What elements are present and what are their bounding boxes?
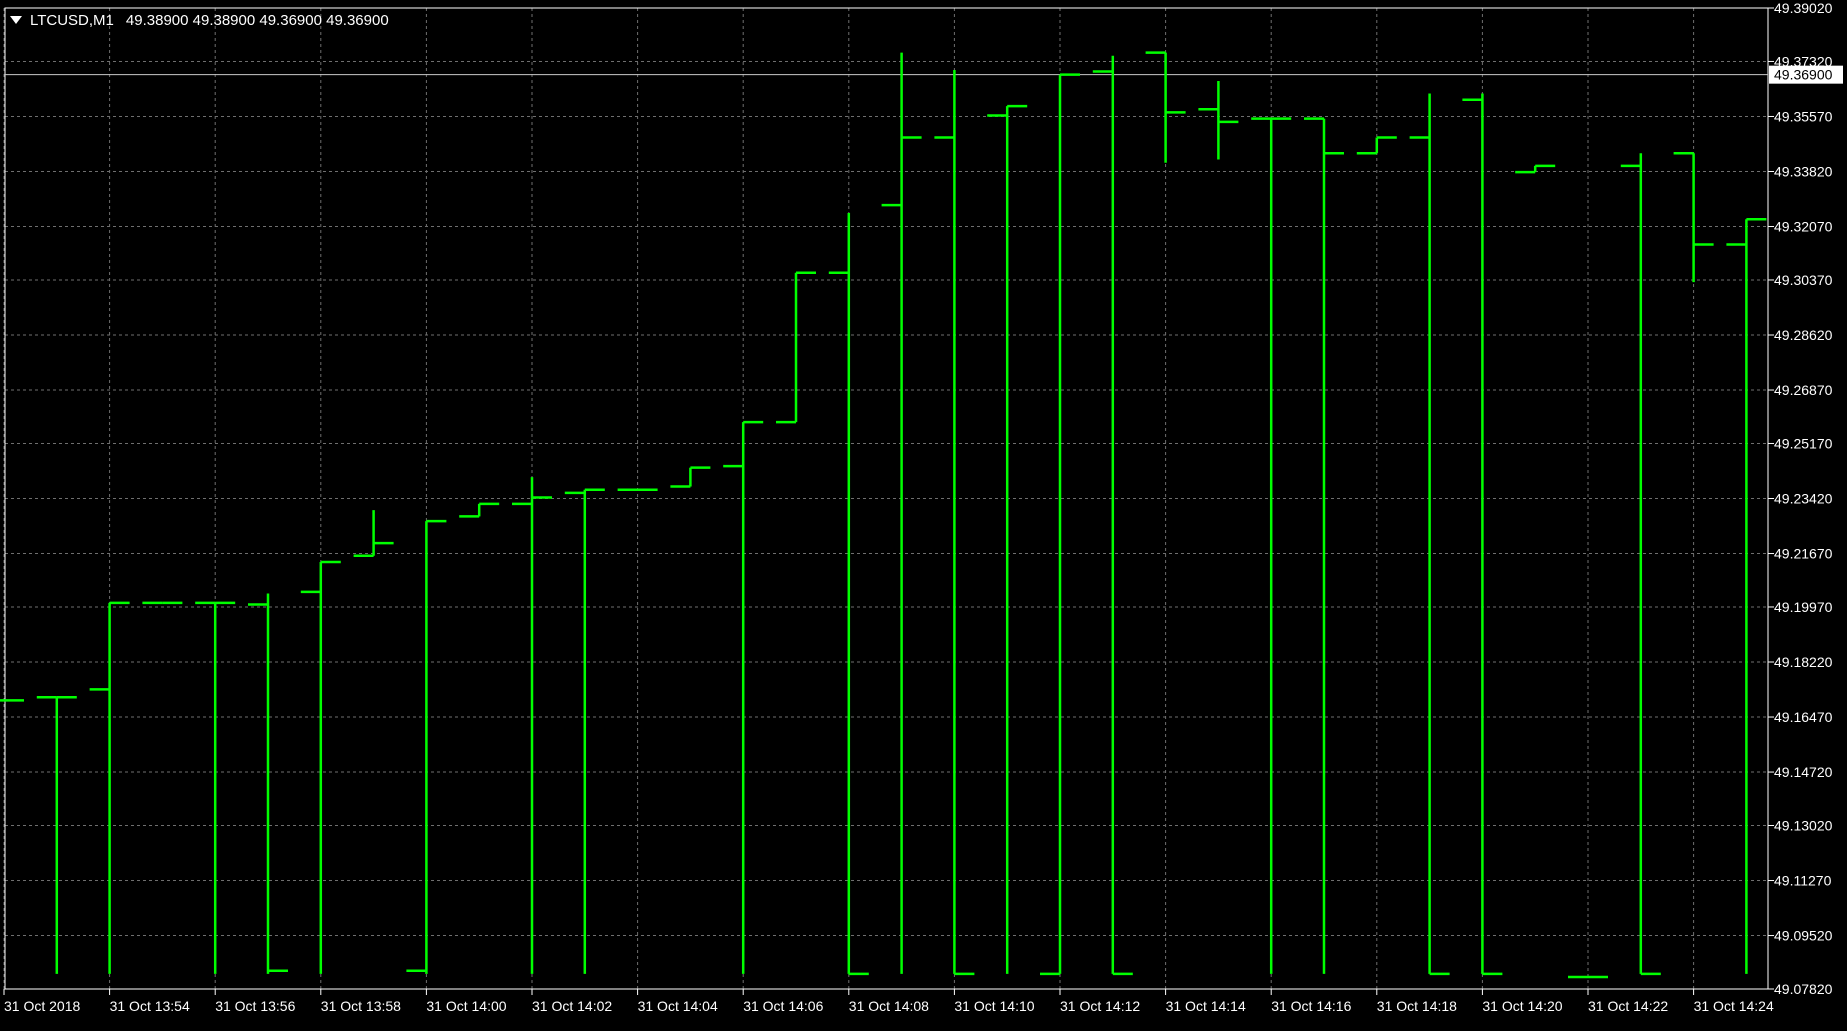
ohlc-bar [248,593,288,974]
ohlc-bar [1092,55,1133,976]
price-axis-label: 49.14720 [1774,764,1833,780]
ohlc-bar [1409,93,1450,976]
time-axis-label: 31 Oct 14:08 [849,998,929,1014]
ohlc-bar [1726,218,1767,974]
ohlc-bar [1356,136,1397,155]
time-axis-label: 31 Oct 14:20 [1482,998,1562,1014]
time-axis-label: 31 Oct 13:54 [110,998,190,1014]
time-axis-label: 31 Oct 14:16 [1271,998,1351,1014]
time-axis-label: 31 Oct 14:14 [1166,998,1246,1014]
time-axis-label: 31 Oct 14:22 [1588,998,1668,1014]
price-axis-label: 49.21670 [1774,546,1833,562]
time-axis-label: 31 Oct 13:58 [321,998,401,1014]
time-axis-label: 31 Oct 14:10 [954,998,1034,1014]
current-price-label: 49.36900 [1774,67,1833,83]
price-axis-label: 49.13020 [1774,818,1833,834]
ohlc-bar [670,466,711,488]
ohlc-bar [723,420,764,974]
symbol-label: LTCUSD,M1 [30,11,114,29]
ohlc-bar [36,695,77,974]
price-axis-label: 49.33820 [1774,164,1833,180]
price-axis-label: 49.35570 [1774,108,1833,124]
ohlc-bar [353,510,394,557]
ohlc-bar [406,519,447,974]
chart-header: LTCUSD,M1 49.38900 49.38900 49.36900 49.… [10,9,389,31]
ohlc-bar [1304,117,1344,974]
ohlc-bar [987,104,1028,974]
ohlc-bar [934,69,975,976]
price-axis-label: 49.23420 [1774,491,1833,507]
ohlc-bar [1462,93,1503,976]
time-axis-label: 31 Oct 14:04 [638,998,718,1014]
ohlc-bar [512,477,552,974]
ohlc-bar [564,488,605,974]
price-axis-label: 49.39020 [1774,0,1833,16]
ohlc-bar [459,502,500,518]
price-axis-label: 49.32070 [1774,219,1833,235]
time-axis-label: 31 Oct 13:56 [215,998,295,1014]
ohlc-bar [776,271,816,424]
time-axis-label: 31 Oct 14:18 [1377,998,1457,1014]
ohlc-bar [300,560,341,974]
price-axis-label: 49.07820 [1774,981,1833,997]
price-axis-label: 49.28620 [1774,327,1833,343]
ohlc-bar [1198,80,1239,160]
chart-window[interactable]: 49.39020 49.37320 49.35570 49.33820 49.32070… [0,0,1847,1031]
ohlc-bar [881,52,922,974]
price-axis-label: 49.26870 [1774,382,1833,398]
ohlc-bar [1145,51,1186,163]
ohlc-bar [89,601,130,974]
price-axis-label: 49.11270 [1774,873,1832,889]
ohlc-bar [1040,73,1080,976]
time-axis-label: 31 Oct 14:06 [743,998,823,1014]
ohlc-readout: 49.38900 49.38900 49.36900 49.36900 [125,11,389,29]
price-chart[interactable]: 49.3902049.3732049.3557049.3382049.32070… [0,0,1847,1031]
time-axis-label: 31 Oct 2018 [4,998,80,1014]
ohlc-bar [195,601,236,974]
time-axis-label: 31 Oct 14:00 [426,998,506,1014]
ohlc-bar [1620,153,1661,976]
price-axis-label: 49.19970 [1774,599,1833,615]
ohlc-bar [828,213,869,976]
time-axis-label: 31 Oct 14:02 [532,998,612,1014]
price-axis-label: 49.16470 [1774,709,1833,725]
ohlc-bar [1251,117,1292,974]
ohlc-bar [1673,152,1714,283]
triangle-down-icon[interactable] [10,16,22,24]
price-axis-label: 49.18220 [1774,654,1833,670]
time-axis-label: 31 Oct 14:24 [1694,998,1774,1014]
price-axis-label: 49.09520 [1774,928,1833,944]
price-axis-label: 49.25170 [1774,435,1833,451]
time-axis-label: 31 Oct 14:12 [1060,998,1140,1014]
price-axis-label: 49.30370 [1774,272,1833,288]
